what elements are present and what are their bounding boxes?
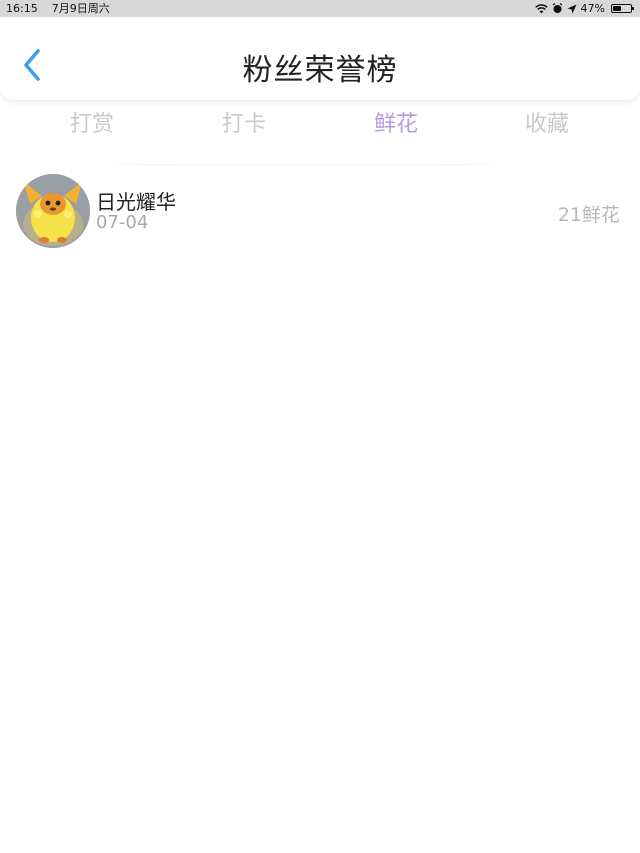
page-title: 粉丝荣誉榜 <box>242 53 398 88</box>
status-time: 16:15 <box>6 2 38 15</box>
status-left: 16:15 7月9日周六 <box>6 0 110 17</box>
tab-flowers[interactable]: 鲜花 <box>336 106 456 138</box>
wifi-icon <box>534 0 548 17</box>
battery-percent: 47% <box>580 2 605 15</box>
nav-bar: 粉丝荣誉榜 <box>0 17 640 101</box>
tab-checkin[interactable]: 打卡 <box>184 106 304 138</box>
tab-favorites[interactable]: 收藏 <box>487 106 607 138</box>
status-date: 7月9日周六 <box>51 2 110 15</box>
status-right: 47% <box>534 0 634 17</box>
user-name: 日光耀华 <box>96 190 176 214</box>
divider <box>96 164 516 165</box>
status-bar: 16:15 7月9日周六 47% <box>0 0 640 17</box>
avatar[interactable] <box>16 174 90 248</box>
list-item[interactable]: 日光耀华 07-04 21鲜花 <box>0 170 640 250</box>
location-arrow-icon <box>567 0 577 17</box>
flower-count: 21鲜花 <box>557 204 620 226</box>
battery-cap <box>632 7 634 10</box>
tab-bar: 打赏 打卡 鲜花 收藏 <box>0 100 640 144</box>
alarm-icon <box>552 0 563 17</box>
battery-fill <box>613 6 621 11</box>
user-date: 07-04 <box>96 212 149 233</box>
tab-reward[interactable]: 打赏 <box>32 106 152 138</box>
battery-icon <box>611 4 634 13</box>
avatar-image <box>16 174 90 248</box>
